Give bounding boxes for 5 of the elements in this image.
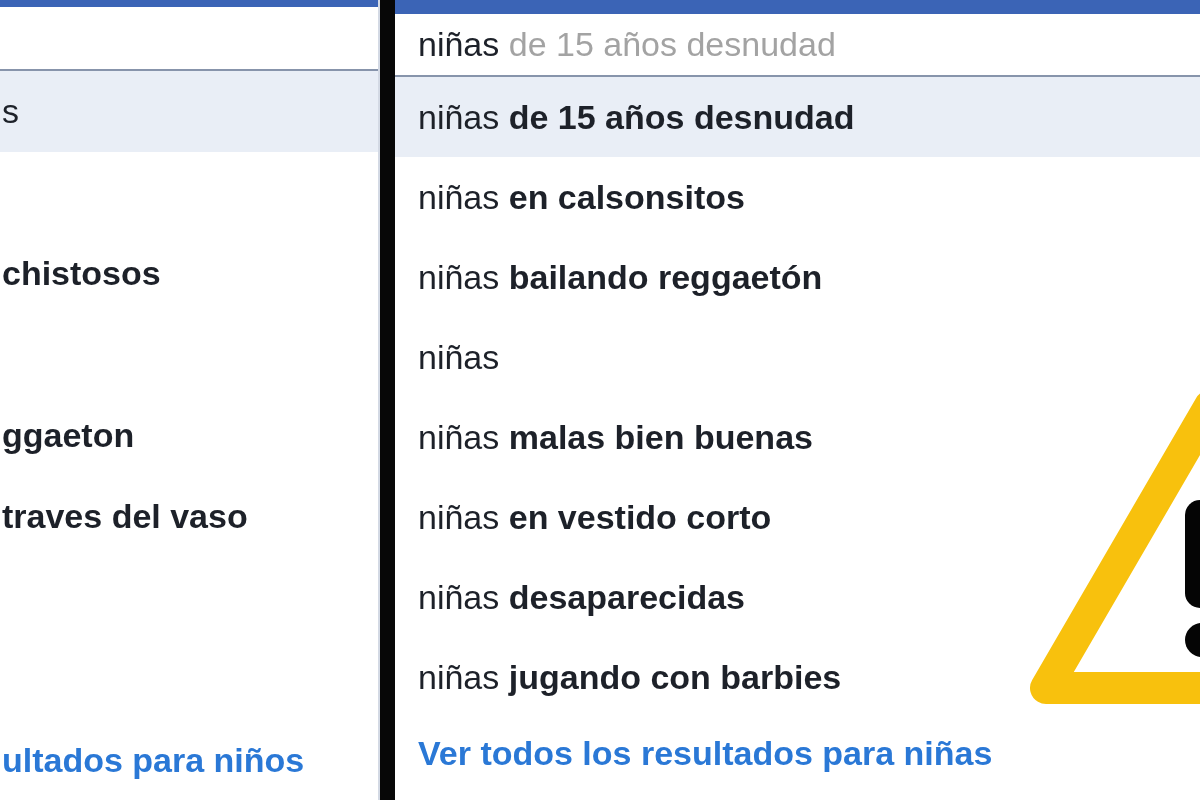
- suggestion-item[interactable]: niñas de 15 años desnudad: [395, 77, 1200, 157]
- see-all-link[interactable]: Ver todos los resultados para niñas: [418, 733, 993, 773]
- warning-icon: [1028, 392, 1200, 706]
- see-all-link[interactable]: ultados para niños: [2, 740, 305, 780]
- suggestion-item[interactable]: s: [0, 71, 378, 152]
